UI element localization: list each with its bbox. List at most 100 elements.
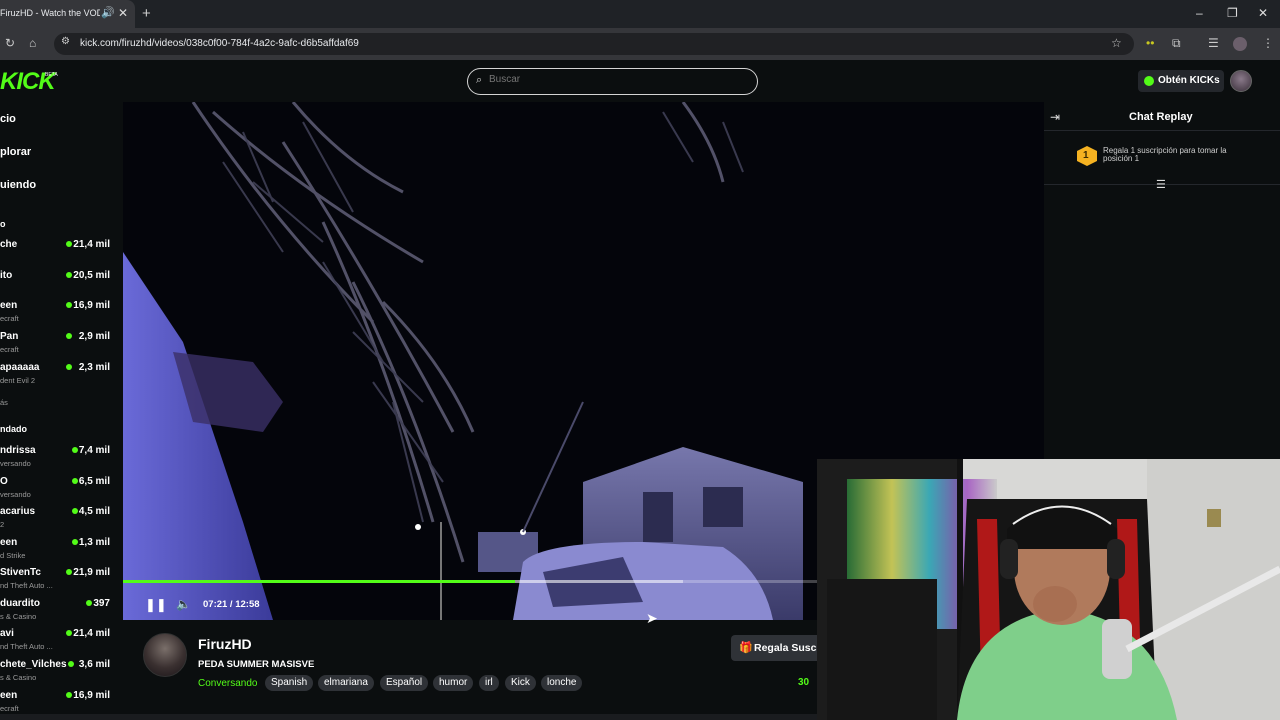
channel-name[interactable]: een bbox=[0, 537, 17, 548]
channel-name[interactable]: StivenTc bbox=[0, 567, 41, 578]
extensions-puzzle-icon[interactable]: ⧉ bbox=[1172, 36, 1181, 51]
viewer-count: 16,9 mil bbox=[73, 690, 110, 701]
beta-badge: BETA bbox=[45, 72, 58, 78]
gift-leaderboard-text[interactable]: Regala 1 suscripción para tomar la posic… bbox=[1103, 146, 1253, 164]
channel-name[interactable]: che bbox=[0, 239, 17, 250]
tag[interactable]: Español bbox=[380, 675, 429, 691]
viewer-count: 21,4 mil bbox=[73, 239, 110, 250]
close-window-icon[interactable]: ✕ bbox=[1258, 6, 1268, 20]
viewer-count: 7,4 mil bbox=[78, 445, 110, 456]
live-dot-icon bbox=[66, 241, 72, 247]
channel-name[interactable]: chete_Vilches bbox=[0, 659, 67, 670]
user-avatar[interactable] bbox=[1230, 70, 1252, 92]
kicks-coin-icon bbox=[1144, 76, 1154, 86]
webcam-frame bbox=[817, 459, 1280, 720]
live-dot-icon bbox=[66, 364, 72, 370]
minimize-icon[interactable]: – bbox=[1196, 6, 1203, 20]
profile-avatar[interactable] bbox=[1233, 37, 1247, 51]
channel-name[interactable]: Pan bbox=[0, 331, 18, 342]
media-controls-icon[interactable]: ☰ bbox=[1208, 36, 1219, 50]
channel-category: versando bbox=[0, 459, 31, 468]
gift-sub-label: Regala Susc bbox=[754, 642, 817, 654]
live-dot-icon bbox=[68, 661, 74, 667]
channel-name[interactable]: ito bbox=[0, 270, 12, 281]
show-more-link[interactable]: ás bbox=[0, 398, 8, 407]
channel-category: nd Theft Auto ... bbox=[0, 581, 53, 590]
restore-icon[interactable]: ❐ bbox=[1227, 6, 1238, 20]
expand-leaderboard-icon[interactable]: ☰ bbox=[1156, 178, 1166, 191]
channel-category: d Strike bbox=[0, 551, 26, 560]
bookmark-star-icon[interactable]: ☆ bbox=[1111, 36, 1122, 50]
collapse-chat-icon[interactable]: ⇥ bbox=[1050, 110, 1060, 124]
search-input[interactable] bbox=[489, 74, 749, 85]
tag[interactable]: elmariana bbox=[318, 675, 374, 691]
divider bbox=[1044, 130, 1280, 131]
site-info-icon[interactable]: ⚙ bbox=[61, 36, 70, 47]
channel-category: dent Evil 2 bbox=[0, 376, 36, 385]
live-dot-icon bbox=[72, 478, 78, 484]
new-tab-icon[interactable]: + bbox=[142, 5, 151, 22]
search-icon: ⌕ bbox=[476, 74, 483, 86]
volume-icon[interactable]: 🔈 bbox=[176, 597, 191, 611]
channel-name[interactable]: ndrissa bbox=[0, 445, 36, 456]
channel-category: s & Casino bbox=[0, 673, 37, 682]
viewer-count: 21,9 mil bbox=[73, 567, 110, 578]
tag[interactable]: lonche bbox=[541, 675, 583, 691]
channel-name[interactable]: apaaaaa bbox=[0, 362, 39, 373]
speaker-icon[interactable]: 🔊 bbox=[101, 6, 115, 19]
get-kicks-label: Obtén KICKs bbox=[1158, 75, 1220, 86]
channel-category: nd Theft Auto ... bbox=[0, 642, 53, 651]
channel-name[interactable]: duardito bbox=[0, 598, 40, 609]
viewer-count: 6,5 mil bbox=[78, 476, 110, 487]
channel-name[interactable]: acarius bbox=[0, 506, 35, 517]
viewer-count: 1,3 mil bbox=[78, 537, 110, 548]
tag[interactable]: humor bbox=[433, 675, 474, 691]
sidebar-section-title: ndado bbox=[0, 424, 27, 434]
chat-title: Chat Replay bbox=[1129, 111, 1193, 123]
channel-name[interactable]: een bbox=[0, 690, 17, 701]
streamer-name[interactable]: FiruzHD bbox=[198, 636, 252, 652]
tag[interactable]: Spanish bbox=[265, 675, 314, 691]
viewer-count: 20,5 mil bbox=[73, 270, 110, 281]
live-dot-icon bbox=[66, 630, 72, 636]
viewer-count: 3,6 mil bbox=[78, 659, 110, 670]
channel-name[interactable]: avi bbox=[0, 628, 14, 639]
stream-category[interactable]: Conversando bbox=[198, 678, 257, 689]
url-text[interactable]: kick.com/firuzhd/videos/038c0f00-784f-4a… bbox=[80, 38, 359, 49]
rank-number: 1 bbox=[1083, 150, 1089, 161]
nav-home[interactable]: cio bbox=[0, 113, 16, 125]
nav-browse[interactable]: plorar bbox=[0, 146, 31, 158]
pause-icon[interactable]: ❚❚ bbox=[145, 597, 167, 613]
stream-title: PEDA SUMMER MASISVE bbox=[198, 659, 315, 670]
live-dot-icon bbox=[66, 272, 72, 278]
nav-following[interactable]: uiendo bbox=[0, 179, 36, 191]
webcam-overlay bbox=[817, 459, 1280, 720]
channel-name[interactable]: een bbox=[0, 300, 17, 311]
live-dot-icon bbox=[72, 508, 78, 514]
channel-category: ecraft bbox=[0, 704, 19, 713]
viewer-count: 30 bbox=[798, 677, 810, 688]
live-dot-icon bbox=[66, 569, 72, 575]
extension-icon[interactable]: •• bbox=[1146, 36, 1154, 50]
channel-category: versando bbox=[0, 490, 31, 499]
live-dot-icon bbox=[66, 333, 72, 339]
close-tab-icon[interactable]: ✕ bbox=[118, 6, 128, 20]
home-icon[interactable]: ⌂ bbox=[29, 36, 36, 50]
browser-tab-bar bbox=[0, 0, 1280, 28]
channel-category: ecraft bbox=[0, 345, 19, 354]
menu-kebab-icon[interactable]: ⋮ bbox=[1262, 36, 1274, 50]
channel-name[interactable]: O bbox=[0, 476, 8, 487]
page-bottom-edge bbox=[0, 714, 817, 720]
gift-icon: 🎁 bbox=[739, 642, 753, 654]
channel-category: s & Casino bbox=[0, 612, 37, 621]
viewer-count: 397 bbox=[93, 598, 110, 609]
reload-icon[interactable]: ↻ bbox=[5, 36, 15, 50]
tag[interactable]: Kick bbox=[505, 675, 536, 691]
live-dot-icon bbox=[72, 447, 78, 453]
progress-fill[interactable] bbox=[123, 580, 515, 583]
live-dot-icon bbox=[66, 692, 72, 698]
tag[interactable]: irl bbox=[479, 675, 499, 691]
streamer-avatar[interactable] bbox=[143, 633, 187, 677]
channel-category: 2 bbox=[0, 520, 5, 529]
live-dot-icon bbox=[86, 600, 92, 606]
